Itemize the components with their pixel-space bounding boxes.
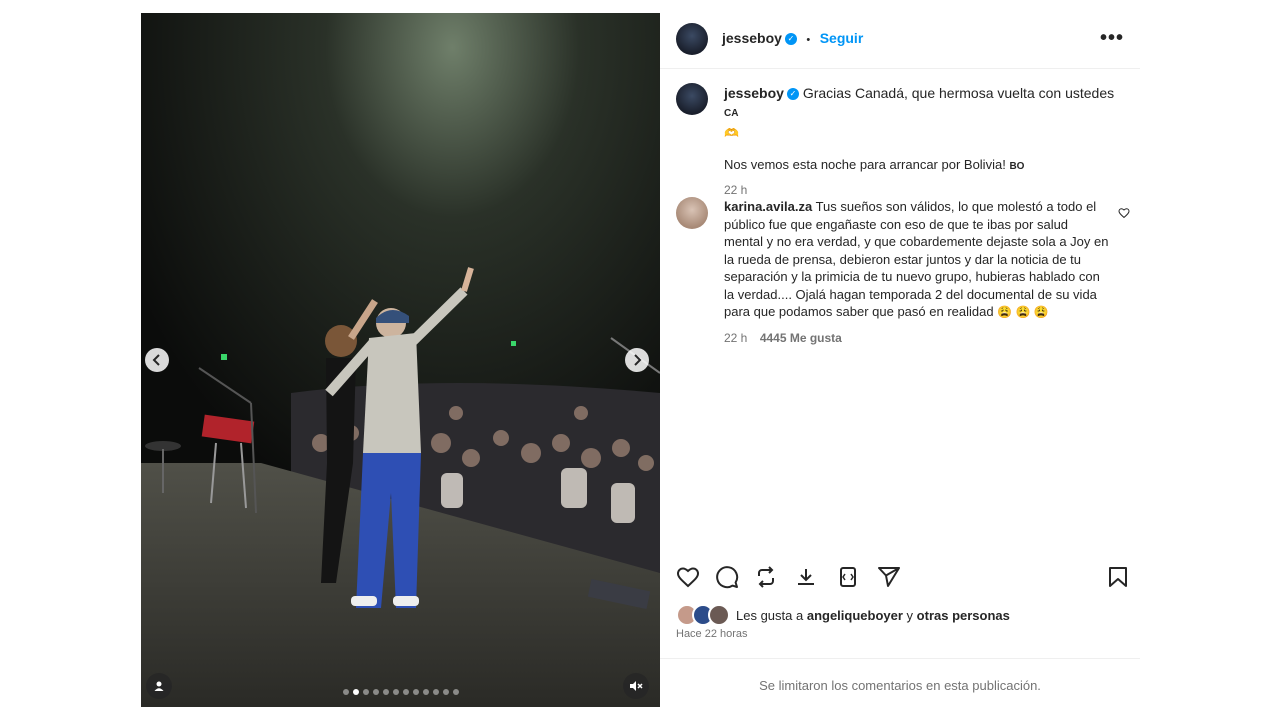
save-icon[interactable] bbox=[1106, 565, 1130, 589]
hands-emoji: 🫶 bbox=[724, 126, 739, 140]
others-link[interactable]: otras personas bbox=[917, 608, 1010, 623]
post-time: Hace 22 horas bbox=[676, 628, 748, 640]
speaker-muted-icon bbox=[630, 681, 643, 691]
carousel-dot bbox=[372, 689, 379, 695]
comments-footer: Se limitaron los comentarios en esta pub… bbox=[660, 658, 1140, 708]
follow-button[interactable]: Seguir bbox=[820, 30, 864, 46]
carousel-dot bbox=[382, 689, 389, 695]
caption-avatar[interactable] bbox=[676, 83, 708, 115]
comment-icon[interactable] bbox=[715, 565, 739, 589]
comment-time: 22 h bbox=[724, 330, 748, 345]
post-media[interactable] bbox=[141, 13, 660, 707]
comment-text: Tus sueños son válidos, lo que molestó a… bbox=[724, 199, 1109, 319]
carousel-dot bbox=[342, 689, 349, 695]
carousel-dot bbox=[412, 689, 419, 695]
comments-limited-notice: Se limitaron los comentarios en esta pub… bbox=[759, 678, 1041, 693]
comment-username[interactable]: karina.avila.za bbox=[724, 199, 812, 214]
post-details-panel: jesseboy ✓ • Seguir ••• jesseboy ✓ Gracias… bbox=[660, 13, 1140, 707]
more-options-icon[interactable]: ••• bbox=[1100, 27, 1124, 50]
carousel-dot bbox=[422, 689, 429, 695]
carousel-dot bbox=[402, 689, 409, 695]
chevron-right-icon bbox=[634, 354, 642, 366]
liker-avatars[interactable] bbox=[676, 604, 730, 626]
tagged-users-button[interactable] bbox=[146, 673, 172, 699]
likes-conj: y bbox=[906, 607, 914, 623]
liker-avatar bbox=[708, 604, 730, 626]
likes-summary: Les gusta a angeliqueboyer y otras perso… bbox=[676, 603, 1126, 627]
caption-time: 22 h bbox=[724, 183, 748, 197]
comment-likes[interactable]: 4445 Me gusta bbox=[760, 331, 842, 345]
caption-username[interactable]: jesseboy bbox=[724, 85, 784, 101]
heart-icon[interactable] bbox=[676, 565, 700, 589]
author-username[interactable]: jesseboy bbox=[722, 30, 782, 46]
carousel-dot bbox=[362, 689, 369, 695]
chevron-left-icon bbox=[152, 354, 160, 366]
repost-icon[interactable] bbox=[754, 565, 778, 589]
comment: karina.avila.za Tus sueños son válidos, … bbox=[724, 198, 1110, 347]
flag-canada: CA bbox=[724, 108, 739, 119]
caption-line-2: Nos vemos esta noche para arrancar por B… bbox=[724, 157, 1006, 172]
carousel-prev-button[interactable] bbox=[145, 348, 169, 372]
caption-line-1: Gracias Canadá, que hermosa vuelta con u… bbox=[802, 85, 1115, 101]
commenter-avatar[interactable] bbox=[676, 197, 708, 229]
carousel-indicator bbox=[141, 689, 660, 695]
flag-bolivia: BO bbox=[1009, 161, 1025, 172]
embed-icon[interactable] bbox=[836, 565, 860, 589]
download-icon[interactable] bbox=[794, 565, 818, 589]
verified-badge-icon: ✓ bbox=[784, 32, 797, 45]
carousel-dot bbox=[352, 689, 359, 695]
carousel-dot bbox=[392, 689, 399, 695]
comment-emojis: 😩 😩 😩 bbox=[997, 305, 1049, 319]
liker-username[interactable]: angeliqueboyer bbox=[807, 608, 903, 623]
share-icon[interactable] bbox=[877, 565, 901, 589]
action-bar bbox=[676, 565, 1128, 593]
carousel-dot bbox=[432, 689, 439, 695]
mute-button[interactable] bbox=[623, 673, 649, 699]
separator: • bbox=[806, 34, 811, 46]
comment-like-heart-icon[interactable] bbox=[1118, 207, 1130, 219]
post-header: jesseboy ✓ • Seguir ••• bbox=[660, 13, 1140, 69]
likes-prefix: Les gusta a bbox=[736, 607, 804, 623]
caption: jesseboy ✓ Gracias Canadá, que hermosa vu… bbox=[724, 84, 1124, 197]
carousel-dot bbox=[452, 689, 459, 695]
carousel-next-button[interactable] bbox=[625, 348, 649, 372]
author-avatar[interactable] bbox=[676, 23, 708, 55]
carousel-dot bbox=[442, 689, 449, 695]
concert-photo bbox=[141, 13, 660, 707]
verified-badge-icon: ✓ bbox=[786, 88, 799, 101]
user-tag-icon bbox=[154, 681, 164, 691]
